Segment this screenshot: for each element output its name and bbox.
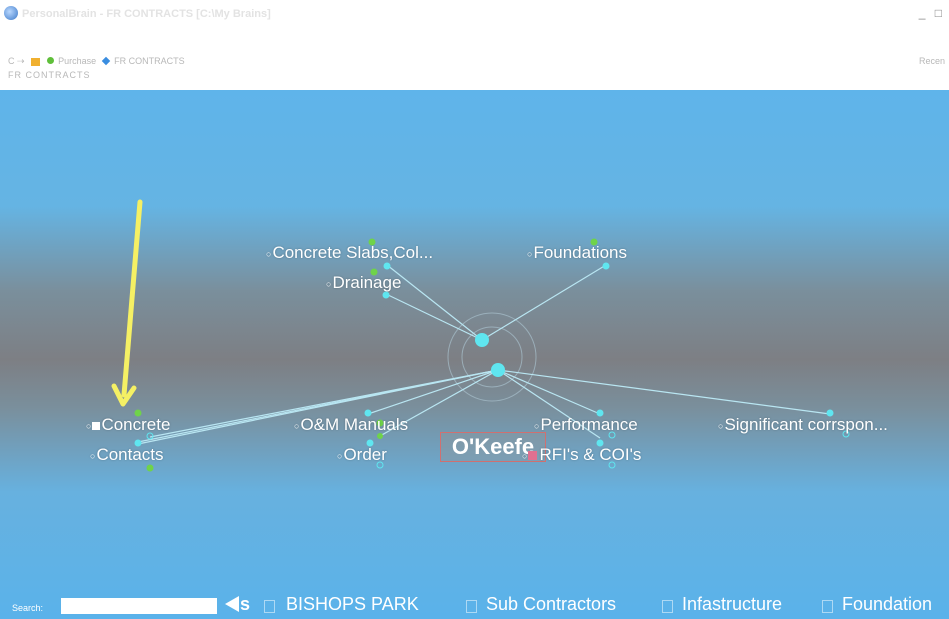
folder-icon[interactable]: [31, 57, 41, 66]
brain-diamond-icon: [101, 56, 110, 66]
annotation-arrow-icon: [111, 199, 143, 407]
toolbar: C ⇢ Purchase FR CONTRACTS FR CONTRACTS R…: [0, 30, 949, 90]
nav-c[interactable]: C: [8, 56, 15, 66]
search-input[interactable]: [61, 598, 217, 614]
title-bar: PersonalBrain - FR CONTRACTS [C:\My Brai…: [0, 0, 949, 30]
back-label[interactable]: s: [240, 594, 250, 615]
recent-button[interactable]: Recen: [919, 56, 945, 66]
thought-dot-icon: [46, 57, 54, 64]
current-path: FR CONTRACTS: [8, 70, 91, 80]
app-brain-icon: [4, 6, 18, 20]
pin-foundation[interactable]: Foundation: [842, 594, 932, 615]
window-title: PersonalBrain - FR CONTRACTS [C:\My Brai…: [22, 8, 271, 20]
separator-icon: [466, 600, 477, 613]
forward-arrow-icon[interactable]: ⇢: [17, 56, 25, 66]
nav-fr-contracts[interactable]: FR CONTRACTS: [114, 56, 185, 66]
toolbar-row: C ⇢ Purchase FR CONTRACTS: [8, 56, 185, 67]
bottom-bar: Search: s BISHOPS PARK Sub Contractors I…: [0, 594, 949, 619]
separator-icon: [662, 600, 673, 613]
plex-view[interactable]: ○Concrete Slabs,Col... ○Foundations ○Dra…: [0, 90, 949, 619]
window-controls[interactable]: _ □: [919, 6, 945, 20]
pin-bishops-park[interactable]: BISHOPS PARK: [286, 594, 419, 615]
pin-sub-contractors[interactable]: Sub Contractors: [486, 594, 616, 615]
separator-icon: [264, 600, 275, 613]
separator-icon: [822, 600, 833, 613]
pin-infastructure[interactable]: Infastructure: [682, 594, 782, 615]
nav-purchase[interactable]: Purchase: [58, 56, 96, 66]
back-arrow-icon[interactable]: [225, 596, 239, 612]
search-label: Search:: [12, 603, 44, 613]
